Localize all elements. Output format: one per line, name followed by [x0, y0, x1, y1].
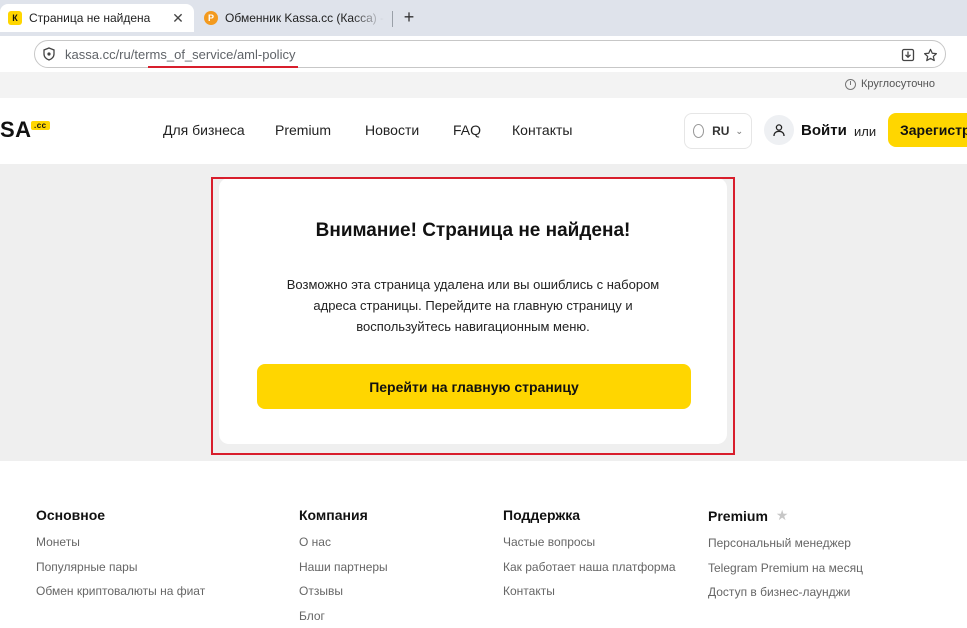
- footer-link[interactable]: Частые вопросы: [503, 535, 676, 560]
- nav-business[interactable]: Для бизнеса: [163, 122, 245, 138]
- globe-icon: [693, 124, 705, 138]
- logo-text: SA: [0, 117, 32, 142]
- footer-link[interactable]: Как работает наша платформа: [503, 560, 676, 585]
- bookmark-star-icon[interactable]: [921, 46, 939, 64]
- close-tab-icon[interactable]: ✕: [170, 10, 186, 26]
- footer-link[interactable]: Персональный менеджер: [708, 536, 863, 561]
- not-found-description: Возможно эта страница удалена или вы оши…: [259, 274, 687, 337]
- nav-news[interactable]: Новости: [365, 122, 419, 138]
- footer-link[interactable]: Telegram Premium на месяц: [708, 561, 863, 586]
- go-home-button[interactable]: Перейти на главную страницу: [257, 364, 691, 409]
- url-red-underline: [148, 65, 298, 68]
- user-icon[interactable]: [764, 115, 794, 145]
- chevron-down-icon: ⌄: [735, 125, 743, 136]
- not-found-card: Внимание! Страница не найдена! Возможно …: [219, 178, 727, 444]
- footer-link[interactable]: О нас: [299, 535, 388, 560]
- site-footer: Основное Монеты Популярные пары Обмен кр…: [0, 461, 967, 628]
- footer-column-company: Компания О нас Наши партнеры Отзывы Блог: [299, 507, 388, 628]
- footer-premium-title: Premium: [708, 507, 768, 524]
- address-bar-row: kassa.cc/ru/terms_of_service/aml-policy: [0, 36, 967, 72]
- language-code: RU: [712, 124, 730, 138]
- kassa-favicon-icon: К: [8, 11, 22, 25]
- footer-link[interactable]: Наши партнеры: [299, 560, 388, 585]
- footer-link[interactable]: Блог: [299, 609, 388, 628]
- url-text[interactable]: kassa.cc/ru/terms_of_service/aml-policy: [65, 46, 298, 68]
- address-bar[interactable]: kassa.cc/ru/terms_of_service/aml-policy: [34, 40, 946, 68]
- nav-premium[interactable]: Premium: [275, 122, 331, 138]
- working-hours-text: Круглосуточно: [860, 78, 935, 90]
- footer-column-title: Основное: [36, 507, 106, 523]
- main-content: Внимание! Страница не найдена! Возможно …: [0, 164, 967, 461]
- url-path: terms_of_service/aml-policy: [134, 46, 296, 62]
- nav-faq[interactable]: FAQ: [453, 122, 481, 138]
- footer-column-premium: Premium ★ Персональный менеджер Telegram …: [708, 507, 863, 610]
- description-line: Возможно эта страница удалена или вы оши…: [286, 277, 660, 292]
- clock-icon: [844, 78, 856, 90]
- site-info-shield-icon[interactable]: [41, 46, 57, 62]
- footer-column-title: Поддержка: [503, 507, 581, 523]
- install-app-icon[interactable]: [899, 46, 917, 64]
- site-top-info-bar: Круглосуточно: [0, 72, 967, 98]
- description-line: воспользуйтесь навигационным меню.: [356, 319, 590, 334]
- footer-link[interactable]: Монеты: [36, 535, 205, 560]
- or-text: или: [854, 124, 877, 139]
- footer-column-title: Premium ★: [708, 507, 863, 524]
- footer-link[interactable]: Обмен криптовалюты на фиат: [36, 584, 205, 609]
- new-tab-button[interactable]: +: [398, 6, 420, 28]
- url-host: kassa.cc/ru/: [65, 46, 135, 62]
- tab-separator: [392, 11, 393, 27]
- site-header: SA .cc Для бизнеса Premium Новости FAQ К…: [0, 98, 967, 164]
- logo-badge: .cc: [31, 121, 50, 130]
- footer-link[interactable]: Популярные пары: [36, 560, 205, 585]
- footer-column-support: Поддержка Частые вопросы Как работает на…: [503, 507, 676, 609]
- star-icon: ★: [775, 507, 789, 523]
- footer-link[interactable]: Контакты: [503, 584, 676, 609]
- footer-link[interactable]: Отзывы: [299, 584, 388, 609]
- tab-title: Страница не найдена: [29, 11, 151, 25]
- exchange-favicon-icon: P: [204, 11, 218, 25]
- tab-page-not-found[interactable]: К Страница не найдена ✕: [0, 4, 194, 32]
- footer-link[interactable]: Доступ в бизнес-лаунджи: [708, 585, 863, 610]
- tab-title: Обменник Kassa.cc (Касса) - об: [225, 11, 384, 25]
- register-button[interactable]: Зарегистр: [888, 113, 967, 147]
- tab-kassa-exchange[interactable]: P Обменник Kassa.cc (Касса) - об: [196, 4, 392, 32]
- browser-tab-strip: К Страница не найдена ✕ P Обменник Kassa…: [0, 0, 967, 36]
- description-line: адреса страницы. Перейдите на главную ст…: [313, 298, 633, 313]
- login-link[interactable]: Войти: [801, 122, 847, 139]
- kassa-logo[interactable]: SA .cc: [0, 117, 50, 143]
- footer-column-title: Компания: [299, 507, 368, 523]
- nav-contacts[interactable]: Контакты: [512, 122, 572, 138]
- language-selector[interactable]: RU ⌄: [684, 113, 752, 149]
- footer-column-main: Основное Монеты Популярные пары Обмен кр…: [36, 507, 205, 609]
- not-found-title: Внимание! Страница не найдена!: [315, 220, 631, 241]
- working-hours: Круглосуточно: [844, 78, 935, 90]
